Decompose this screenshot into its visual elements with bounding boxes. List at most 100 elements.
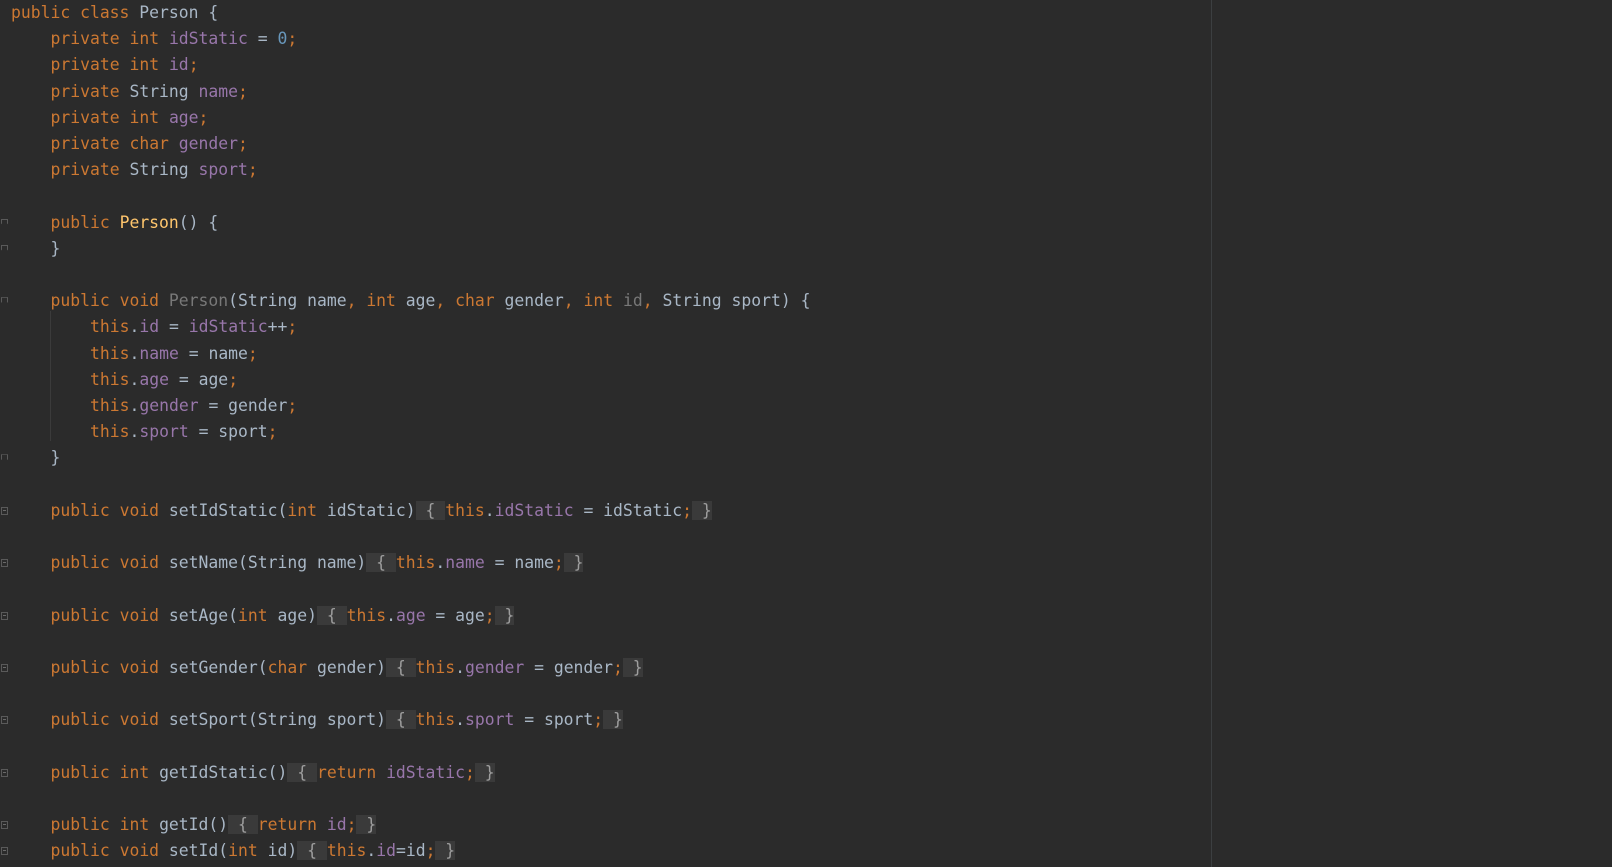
code-line[interactable]: this.age = age; xyxy=(90,367,238,393)
code-token: , xyxy=(346,291,367,311)
code-token: () { xyxy=(178,212,219,232)
code-token: void xyxy=(119,553,169,573)
folded-brace[interactable]: } xyxy=(622,658,643,677)
semicolon: ; xyxy=(425,841,436,861)
code-token: id xyxy=(622,291,643,311)
code-line[interactable]: public void setIdStatic(int idStatic) { … xyxy=(51,498,712,524)
code-token: id xyxy=(326,815,347,835)
code-token: = sport xyxy=(188,422,268,442)
code-line[interactable]: this.gender = gender; xyxy=(90,393,297,419)
code-token: int xyxy=(583,291,623,311)
code-token: age) xyxy=(277,605,317,625)
code-token: id xyxy=(376,841,396,861)
code-token: { xyxy=(366,553,396,573)
code-token: { xyxy=(287,762,317,782)
code-token: Person xyxy=(119,212,179,232)
semicolon: ; xyxy=(484,605,495,625)
folded-brace[interactable]: } xyxy=(603,710,623,730)
fold-expand-icon[interactable] xyxy=(1,716,8,725)
code-line[interactable]: public void setAge(int age) { this.age =… xyxy=(51,603,515,629)
code-token: gender xyxy=(465,658,525,677)
code-token: age xyxy=(405,291,436,311)
code-line[interactable]: public void setId(int id) { this.id=id; … xyxy=(51,838,456,864)
code-token: this xyxy=(415,658,456,677)
code-token: idStatic) xyxy=(326,500,416,520)
code-line[interactable]: public int getIdStatic() { return idStat… xyxy=(51,760,495,786)
code-token: id xyxy=(139,317,160,337)
code-token: String xyxy=(129,81,199,101)
code-line[interactable]: private String name; xyxy=(51,79,248,105)
code-token: return xyxy=(257,815,327,835)
fold-expand-icon[interactable] xyxy=(1,611,8,620)
code-line[interactable]: private int age; xyxy=(51,105,209,131)
code-line[interactable]: public int getId() { return id; } xyxy=(51,812,377,838)
code-line[interactable]: } xyxy=(51,445,61,471)
fold-expand-icon[interactable] xyxy=(1,847,8,856)
folded-brace[interactable]: } xyxy=(474,762,495,782)
code-token: getId xyxy=(159,815,209,835)
folded-brace[interactable]: } xyxy=(356,815,377,835)
code-line[interactable]: private String sport; xyxy=(51,157,258,183)
code-token: () xyxy=(267,762,288,782)
fold-expand-icon[interactable] xyxy=(1,506,8,515)
fold-expand-icon[interactable] xyxy=(1,664,8,672)
code-token: setGender xyxy=(168,658,258,677)
code-line[interactable]: public void setGender(char gender) { thi… xyxy=(51,655,643,681)
code-token: , xyxy=(435,291,456,311)
fold-expand-icon[interactable] xyxy=(1,768,8,777)
code-token: idStatic xyxy=(386,762,466,782)
code-line[interactable]: public class Person { xyxy=(11,0,218,26)
code-line[interactable]: this.id = idStatic++; xyxy=(90,314,297,340)
code-token: ( xyxy=(228,605,239,625)
code-line[interactable]: this.sport = sport; xyxy=(90,419,278,445)
code-line[interactable]: public void Person(String name, int age,… xyxy=(51,288,811,314)
folded-brace[interactable]: } xyxy=(435,841,456,861)
code-line[interactable]: private int id; xyxy=(51,52,199,78)
semicolon: ; xyxy=(346,815,357,835)
code-token: int xyxy=(129,55,169,75)
code-token: (String name) xyxy=(238,553,367,573)
code-token: = name xyxy=(484,553,554,573)
folded-brace[interactable]: } xyxy=(494,605,515,625)
fold-expand-icon[interactable] xyxy=(1,821,8,830)
code-token: idStatic xyxy=(168,29,248,49)
right-margin-guide xyxy=(1211,0,1212,867)
folded-brace[interactable]: } xyxy=(563,553,584,573)
code-token: ; xyxy=(238,81,248,101)
fold-expand-icon[interactable] xyxy=(1,559,8,568)
code-token: this xyxy=(346,605,387,625)
code-token: . xyxy=(129,317,140,337)
code-token: . xyxy=(435,553,446,573)
code-token: ; xyxy=(188,55,199,75)
code-token: . xyxy=(455,710,465,730)
code-token: char xyxy=(129,134,179,153)
code-token: void xyxy=(119,710,169,730)
code-token: gender xyxy=(178,134,239,153)
code-token: . xyxy=(129,369,140,389)
folded-brace[interactable]: } xyxy=(692,500,712,520)
code-line[interactable]: public void setSport(String sport) { thi… xyxy=(51,707,623,733)
code-token: = gender xyxy=(198,396,288,415)
code-line[interactable]: private int idStatic = 0; xyxy=(51,26,298,52)
code-token: private xyxy=(50,29,130,49)
code-token: int xyxy=(287,500,327,520)
code-token: . xyxy=(129,396,140,415)
code-token: name xyxy=(198,81,239,101)
indent-guide xyxy=(50,311,51,441)
code-line[interactable]: } xyxy=(51,236,61,262)
code-token: setSport xyxy=(168,710,248,730)
code-token: ; } xyxy=(682,500,712,520)
code-token: public xyxy=(50,291,120,311)
code-token: setId xyxy=(168,841,219,861)
code-token: getIdStatic xyxy=(159,762,268,782)
code-token: ; xyxy=(247,160,258,180)
code-line[interactable]: this.name = name; xyxy=(90,341,258,367)
code-line[interactable]: public Person() { xyxy=(51,210,219,236)
code-token: age xyxy=(168,107,199,127)
code-token: this xyxy=(445,500,485,520)
code-line[interactable]: private char gender; xyxy=(51,131,248,157)
code-line[interactable]: public void setName(String name) { this.… xyxy=(51,550,584,576)
code-editor[interactable]: public class Person {private int idStati… xyxy=(0,0,1612,867)
code-token: . xyxy=(386,605,396,625)
code-token: this xyxy=(90,369,130,389)
